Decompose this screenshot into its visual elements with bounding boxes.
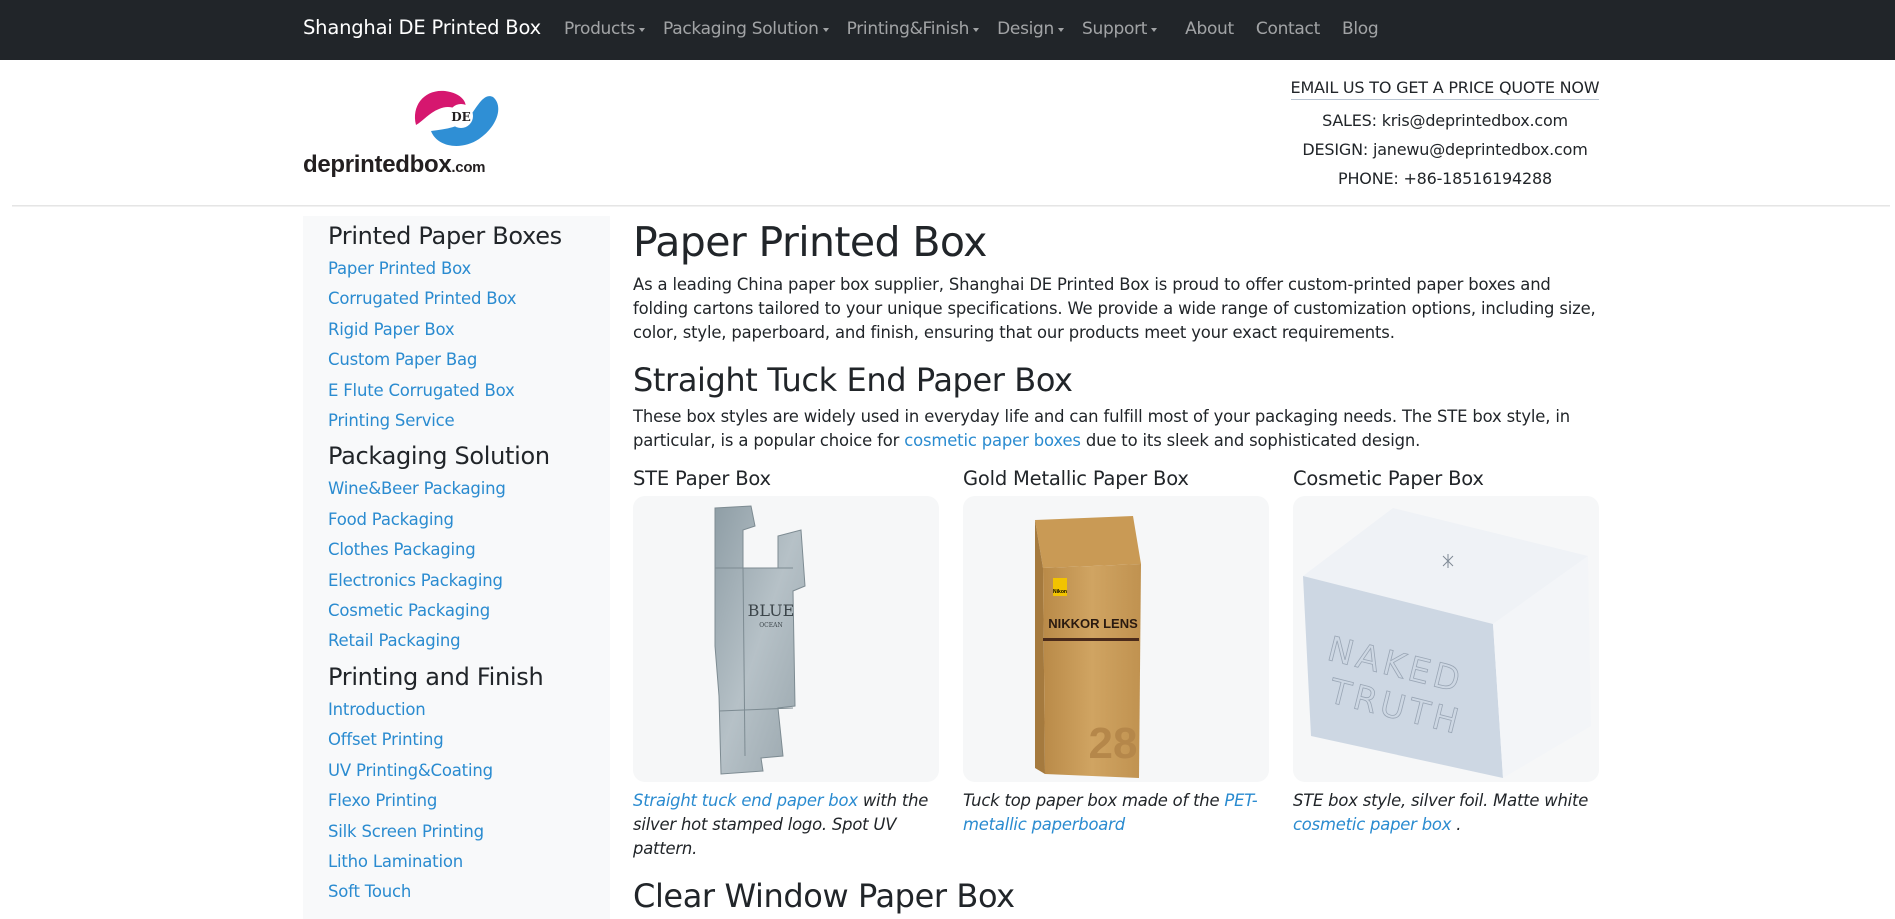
card-caption: Straight tuck end paper box with the sil… [633, 789, 939, 861]
cosmetic-paper-box-link[interactable]: cosmetic paper box [1293, 815, 1451, 834]
section-heading-straight-tuck-end: Straight Tuck End Paper Box [633, 361, 1073, 399]
sales-email: SALES: kris@deprintedbox.com [1322, 111, 1568, 130]
caret-down-icon [822, 28, 829, 32]
svg-text:DE: DE [451, 110, 471, 124]
nav-packaging-label: Packaging Solution [663, 19, 819, 39]
card-caption: STE box style, silver foil. Matte white … [1293, 789, 1599, 837]
nav-contact[interactable]: Contact [1256, 19, 1328, 39]
intro-paragraph: As a leading China paper box supplier, S… [633, 275, 1596, 342]
caret-down-icon [973, 28, 980, 32]
sidebar-link-cosmetic-packaging[interactable]: Cosmetic Packaging [328, 596, 610, 626]
sidebar-link-flexo-printing[interactable]: Flexo Printing [328, 786, 610, 816]
sidebar-group-packaging-solution: Packaging Solution Wine&Beer Packaging F… [328, 438, 610, 656]
nav-about[interactable]: About [1185, 19, 1242, 39]
svg-text:NIKKOR LENS: NIKKOR LENS [1048, 616, 1138, 631]
card-title: Gold Metallic Paper Box [963, 467, 1189, 490]
product-image-naked-truth-box[interactable]: NAKED TRUTH [1293, 496, 1599, 782]
caret-down-icon [1058, 28, 1065, 32]
nav-packaging-solution[interactable]: Packaging Solution [663, 19, 837, 39]
nav-design[interactable]: Design [997, 19, 1072, 39]
product-image-nikkor-box[interactable]: Nikon NIKKOR LENS 28 [963, 496, 1269, 782]
sidebar-link-wine-beer-packaging[interactable]: Wine&Beer Packaging [328, 474, 610, 504]
sidebar-link-custom-paper-bag[interactable]: Custom Paper Bag [328, 345, 610, 375]
cosmetic-paper-boxes-link[interactable]: cosmetic paper boxes [904, 431, 1081, 450]
logo-mark-icon: DE [414, 90, 499, 146]
caption-text: Tuck top paper box made of the [963, 791, 1225, 810]
site-logo[interactable]: DE deprintedbox.com [303, 85, 513, 180]
contact-block: EMAIL US TO GET A PRICE QUOTE NOW SALES:… [1290, 78, 1600, 193]
card-title: STE Paper Box [633, 467, 771, 490]
product-image-blue-ocean-box[interactable]: BLUE OCEAN [633, 496, 939, 782]
sidebar-link-e-flute-corrugated-box[interactable]: E Flute Corrugated Box [328, 376, 610, 406]
sidebar-link-silk-screen-printing[interactable]: Silk Screen Printing [328, 817, 610, 847]
sidebar-link-litho-lamination[interactable]: Litho Lamination [328, 847, 610, 877]
product-cards: STE Paper Box BLUE OCEAN Straight tuck e… [633, 465, 1601, 861]
sidebar-link-uv-printing-coating[interactable]: UV Printing&Coating [328, 756, 610, 786]
blue-ocean-box-image: BLUE OCEAN [714, 505, 806, 775]
price-quote-link[interactable]: EMAIL US TO GET A PRICE QUOTE NOW [1290, 78, 1600, 100]
svg-text:28: 28 [1089, 719, 1138, 768]
nav-design-label: Design [997, 19, 1055, 39]
sidebar-group-printed-paper-boxes: Printed Paper Boxes Paper Printed Box Co… [328, 218, 610, 436]
card-caption: Tuck top paper box made of the PET-metal… [963, 789, 1269, 837]
section-text-end: due to its sleek and sophisticated desig… [1080, 431, 1421, 450]
sidebar-link-electronics-packaging[interactable]: Electronics Packaging [328, 566, 610, 596]
nav-products[interactable]: Products [564, 19, 653, 39]
section-paragraph: These box styles are widely used in ever… [633, 405, 1601, 453]
sidebar-link-soft-touch[interactable]: Soft Touch [328, 877, 610, 907]
nav-support[interactable]: Support [1082, 19, 1165, 39]
caption-end: . [1451, 815, 1462, 834]
sidebar-link-printing-service[interactable]: Printing Service [328, 406, 610, 436]
nav-products-label: Products [564, 19, 636, 39]
caret-down-icon [1151, 28, 1158, 32]
straight-tuck-end-link[interactable]: Straight tuck end paper box [633, 791, 858, 810]
svg-text:Nikon: Nikon [1053, 589, 1067, 595]
sidebar: Printed Paper Boxes Paper Printed Box Co… [303, 216, 610, 919]
nav-menu: Products Packaging Solution Printing&Fin… [564, 19, 1400, 39]
naked-truth-box-image: NAKED TRUTH [1303, 508, 1591, 778]
sidebar-link-introduction[interactable]: Introduction [328, 695, 610, 725]
caret-down-icon [639, 28, 646, 32]
card-title: Cosmetic Paper Box [1293, 467, 1484, 490]
svg-text:BLUE: BLUE [748, 601, 795, 620]
sidebar-link-offset-printing[interactable]: Offset Printing [328, 725, 610, 755]
sidebar-group-printing-and-finish: Printing and Finish Introduction Offset … [328, 659, 610, 908]
nav-printing-finish[interactable]: Printing&Finish [847, 19, 988, 39]
sidebar-link-paper-printed-box[interactable]: Paper Printed Box [328, 254, 610, 284]
sidebar-heading: Packaging Solution [328, 442, 550, 471]
sidebar-link-retail-packaging[interactable]: Retail Packaging [328, 626, 610, 656]
product-card-cosmetic: Cosmetic Paper Box NAKED TRUTH STE box s… [1293, 465, 1599, 861]
product-card-ste: STE Paper Box BLUE OCEAN Straight tuck e… [633, 465, 939, 861]
svg-text:OCEAN: OCEAN [759, 622, 782, 629]
sidebar-link-rigid-paper-box[interactable]: Rigid Paper Box [328, 315, 610, 345]
logo-wordmark-tld: .com [451, 159, 486, 176]
brand-link[interactable]: Shanghai DE Printed Box [303, 16, 541, 39]
section-heading-clear-window: Clear Window Paper Box [633, 877, 1015, 915]
product-card-gold-metallic: Gold Metallic Paper Box Nikon NIKKOR LEN… [963, 465, 1269, 861]
sidebar-link-corrugated-printed-box[interactable]: Corrugated Printed Box [328, 284, 610, 314]
nav-blog[interactable]: Blog [1342, 19, 1386, 39]
design-email: DESIGN: janewu@deprintedbox.com [1302, 140, 1588, 159]
caption-text: STE box style, silver foil. Matte white [1293, 791, 1589, 810]
sidebar-link-clothes-packaging[interactable]: Clothes Packaging [328, 535, 610, 565]
top-navbar: Shanghai DE Printed Box Products Packagi… [0, 0, 1895, 60]
page-title: Paper Printed Box [633, 218, 987, 266]
sidebar-heading: Printed Paper Boxes [328, 222, 562, 250]
nav-printing-label: Printing&Finish [846, 19, 970, 39]
main-content: Paper Printed Box As a leading China pap… [633, 216, 1601, 917]
logo-wordmark: deprintedbox.com [303, 151, 486, 179]
sidebar-link-food-packaging[interactable]: Food Packaging [328, 505, 610, 535]
sidebar-heading: Printing and Finish [328, 662, 544, 691]
nav-support-label: Support [1082, 19, 1148, 39]
logo-wordmark-main: deprintedbox [303, 151, 452, 178]
nikkor-lens-box-image: Nikon NIKKOR LENS 28 [1035, 516, 1141, 778]
header-divider [12, 205, 1890, 207]
phone-number: PHONE: +86-18516194288 [1338, 169, 1552, 188]
